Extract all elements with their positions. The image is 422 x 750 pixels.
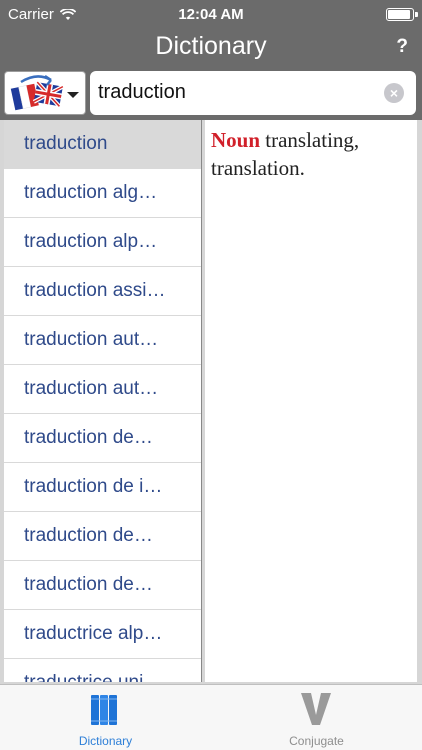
- list-item[interactable]: traductrice alp…: [4, 610, 201, 659]
- conjugate-v-icon: [301, 693, 331, 725]
- list-item-label: traductrice alp…: [24, 623, 163, 644]
- list-item-label: traductrice uni…: [24, 672, 194, 682]
- list-item[interactable]: traduction assi…: [4, 267, 201, 316]
- list-item[interactable]: traduction de…: [4, 512, 201, 561]
- search-row: traduction ×: [0, 66, 422, 120]
- list-item[interactable]: traductrice uni…: [4, 659, 201, 682]
- list-item-label: traduction alp…: [24, 231, 158, 252]
- list-item-label: traduction de…: [24, 574, 153, 595]
- part-of-speech: Noun: [211, 128, 261, 152]
- list-item-label: traduction: [24, 133, 108, 154]
- page-title: Dictionary: [155, 32, 267, 60]
- list-item[interactable]: traduction: [4, 120, 201, 169]
- status-bar: Carrier 12:04 AM: [0, 0, 422, 30]
- list-item-label: traduction alg…: [24, 182, 158, 203]
- tab-bar: Dictionary Conjugate: [0, 684, 422, 750]
- list-item[interactable]: traduction aut…: [4, 365, 201, 414]
- clock: 12:04 AM: [178, 6, 244, 23]
- list-item[interactable]: traduction de i…: [4, 463, 201, 512]
- search-input[interactable]: traduction ×: [90, 71, 416, 115]
- tab-conjugate-label: Conjugate: [289, 734, 344, 748]
- list-item-label: traduction aut…: [24, 378, 159, 399]
- list-item-label: traduction de…: [24, 525, 153, 546]
- tab-dictionary[interactable]: Dictionary: [0, 685, 211, 750]
- list-item-label: traduction de i…: [24, 476, 163, 497]
- help-button[interactable]: ?: [396, 36, 408, 58]
- list-item[interactable]: traduction alp…: [4, 218, 201, 267]
- tab-conjugate[interactable]: Conjugate: [211, 685, 422, 750]
- navigation-bar: Dictionary ?: [0, 30, 422, 66]
- list-item[interactable]: traduction aut…: [4, 316, 201, 365]
- search-input-value: traduction: [98, 81, 186, 103]
- list-item[interactable]: traduction de…: [4, 561, 201, 610]
- france-uk-flags-icon: [10, 74, 64, 111]
- list-item-label: traduction aut…: [24, 329, 159, 350]
- chevron-down-icon: [67, 92, 79, 98]
- battery-icon: [386, 8, 418, 21]
- list-item-label: traduction de…: [24, 427, 153, 448]
- definition-panel: Noun translating, translation.: [205, 120, 417, 682]
- tab-dictionary-label: Dictionary: [78, 734, 133, 748]
- books-icon: [91, 695, 117, 725]
- list-item[interactable]: traduction alg…: [4, 169, 201, 218]
- list-item-label: traduction assi…: [24, 280, 166, 301]
- language-selector-button[interactable]: [4, 71, 86, 115]
- clear-search-icon[interactable]: ×: [384, 83, 404, 103]
- list-item[interactable]: traduction de…: [4, 414, 201, 463]
- results-list[interactable]: traduction traduction alg… traduction alp……: [4, 120, 202, 682]
